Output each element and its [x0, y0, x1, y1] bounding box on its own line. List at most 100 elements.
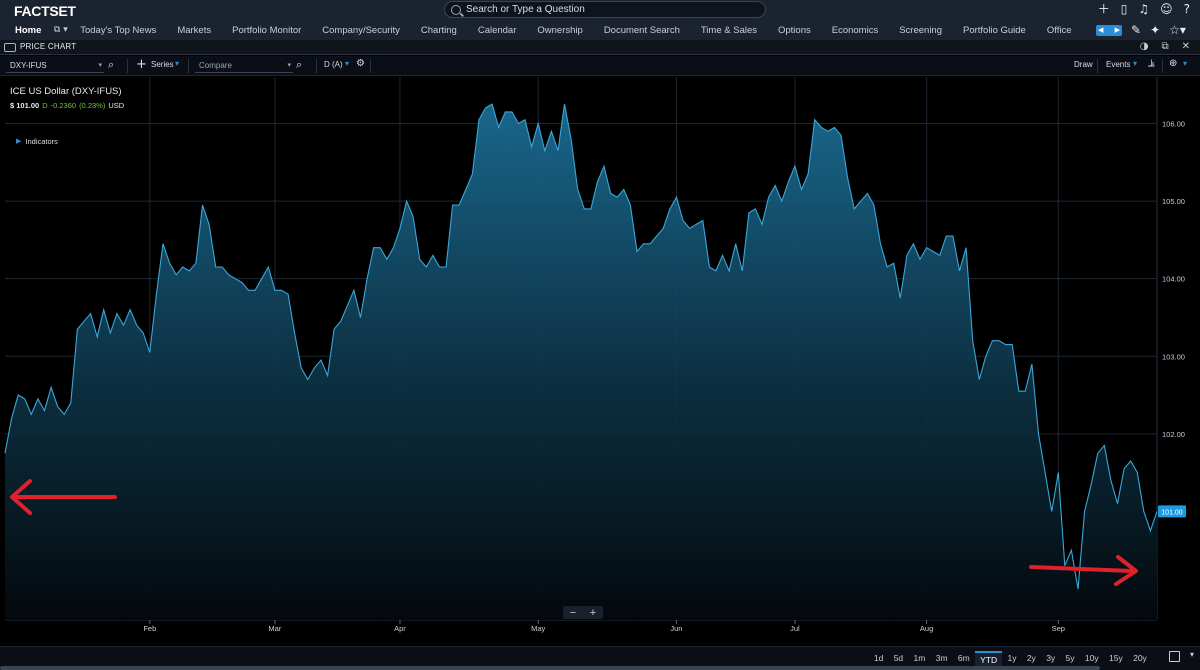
nav-office[interactable]: Office: [1036, 25, 1082, 36]
theme-icon[interactable]: ◑: [1140, 41, 1149, 52]
plus-icon[interactable]: ＋: [1098, 2, 1110, 16]
range-10y[interactable]: 10y: [1080, 651, 1104, 667]
range-3m[interactable]: 3m: [931, 651, 953, 667]
legend-currency: USD: [108, 101, 125, 110]
legend-title: ICE US Dollar (DXY-IFUS): [10, 86, 122, 97]
nav-portfolio-monitor[interactable]: Portfolio Monitor: [222, 25, 312, 36]
top-icons: ＋ ▯ ♫ ☺ ?: [1098, 2, 1190, 16]
range-15y[interactable]: 15y: [1104, 651, 1128, 667]
chevron-down-icon[interactable]: ▾: [345, 59, 349, 68]
search-input[interactable]: Search or Type a Question: [466, 4, 585, 15]
legend-price-row: $ 101.00 D -0.2360 (0.23%) USD: [10, 101, 124, 110]
nav-screening[interactable]: Screening: [889, 25, 953, 36]
legend-change-pct: (0.23%): [79, 101, 106, 110]
help-icon[interactable]: ?: [1184, 2, 1190, 16]
range-5d[interactable]: 5d: [889, 651, 909, 667]
nav-document-search[interactable]: Document Search: [593, 25, 690, 36]
range-2y[interactable]: 2y: [1022, 651, 1041, 667]
nav-economics[interactable]: Economics: [821, 25, 888, 36]
nav-portfolio-guide[interactable]: Portfolio Guide: [953, 25, 1037, 36]
calendar-icon[interactable]: [1169, 651, 1180, 662]
range-3y[interactable]: 3y: [1041, 651, 1060, 667]
user-icon[interactable]: ☺: [1160, 2, 1173, 16]
crosshair-icon[interactable]: ⊕: [1169, 58, 1177, 69]
x-tick-label: Aug: [920, 624, 933, 633]
y-tick-label: 105.00: [1162, 197, 1185, 206]
range-1m[interactable]: 1m: [908, 651, 930, 667]
chevron-down-icon[interactable]: ▾: [1133, 59, 1137, 68]
panel-titlebar: PRICE CHART ◑ ⧉ ✕: [0, 40, 1200, 55]
ticker-input[interactable]: DXY-IFUS ▾: [6, 59, 104, 73]
toolbar-divider: [1162, 59, 1163, 73]
indicators-toggle[interactable]: ▶ Indicators: [16, 137, 124, 146]
toolbar-divider: [127, 59, 128, 73]
zoom-controls: − +: [563, 606, 603, 619]
chevron-down-icon[interactable]: ▾: [287, 59, 291, 72]
y-tick-label: 106.00: [1162, 120, 1185, 129]
global-search[interactable]: Search or Type a Question: [444, 1, 766, 18]
range-ytd[interactable]: YTD: [974, 651, 1003, 667]
chevron-right-icon: ▶: [1114, 27, 1120, 34]
zoom-out-button[interactable]: −: [570, 607, 576, 619]
chevron-down-icon[interactable]: ▾: [175, 59, 179, 68]
compare-input[interactable]: Compare ▾: [195, 59, 293, 73]
series-button[interactable]: Series: [151, 60, 174, 69]
search-icon[interactable]: ⌕: [108, 58, 114, 72]
nav-todays-top-news[interactable]: Today's Top News: [70, 25, 167, 36]
price-chart[interactable]: 102.00 103.00 104.00 105.00 106.00 101.00 Feb…: [0, 77, 1200, 647]
frequency-select[interactable]: D (A): [324, 60, 343, 69]
price-chart-svg[interactable]: 102.00 103.00 104.00 105.00 106.00 101.00 Feb…: [0, 77, 1200, 647]
x-tick-label: May: [531, 624, 545, 633]
zoom-in-button[interactable]: +: [590, 607, 596, 619]
main-nav: Home ⧉ ▾ Today's Top News Markets Portfo…: [0, 20, 1082, 40]
nav-ownership[interactable]: Ownership: [527, 25, 593, 36]
horizontal-scrollbar[interactable]: [0, 666, 1100, 670]
range-5y[interactable]: 5y: [1060, 651, 1079, 667]
nav-home[interactable]: Home: [0, 25, 52, 36]
add-series-icon[interactable]: +: [136, 57, 147, 72]
nav-markets[interactable]: Markets: [167, 25, 222, 36]
nav-charting[interactable]: Charting: [410, 25, 467, 36]
chevron-left-icon: ◀: [1098, 27, 1104, 34]
gear-icon[interactable]: ⚙: [356, 58, 365, 69]
chevron-down-icon[interactable]: ▾: [1190, 650, 1194, 659]
events-button[interactable]: Events: [1106, 60, 1130, 69]
toolbar-divider: [188, 59, 189, 73]
x-tick-label: Feb: [143, 624, 156, 633]
chart-type-icon[interactable]: ⫡: [1148, 58, 1155, 69]
draw-button[interactable]: Draw: [1074, 60, 1093, 69]
range-6m[interactable]: 6m: [953, 651, 975, 667]
nav-calendar[interactable]: Calendar: [467, 25, 527, 36]
chevron-down-icon[interactable]: ▾: [1183, 59, 1187, 68]
bell-icon[interactable]: ♫: [1138, 2, 1149, 16]
factset-logo[interactable]: FACTSET: [14, 3, 76, 19]
popout-icon[interactable]: ⧉: [1161, 41, 1168, 52]
search-icon: [451, 4, 461, 15]
legend-price: $ 101.00: [10, 101, 40, 110]
chart-toolbar: DXY-IFUS ▾ ⌕ + Series ▾ Compare ▾ ⌕ D (A…: [0, 56, 1200, 76]
nav-time-sales[interactable]: Time & Sales: [690, 25, 767, 36]
home-popout-icon[interactable]: ⧉ ▾: [52, 25, 70, 35]
clipboard-icon[interactable]: ▯: [1121, 2, 1128, 16]
star-icon[interactable]: ☆▾: [1169, 23, 1186, 37]
pencil-icon[interactable]: ✎: [1131, 23, 1141, 37]
toolbar-divider: [370, 59, 371, 73]
nav-company-security[interactable]: Company/Security: [312, 25, 411, 36]
range-1d[interactable]: 1d: [869, 651, 889, 667]
panel-title: PRICE CHART: [20, 42, 77, 51]
ticker-value: DXY-IFUS: [10, 61, 47, 70]
range-1y[interactable]: 1y: [1002, 651, 1021, 667]
pin-icon[interactable]: ✦: [1150, 23, 1160, 37]
link-icon[interactable]: [4, 43, 16, 52]
close-icon[interactable]: ✕: [1182, 41, 1190, 52]
chevron-down-icon[interactable]: ▾: [98, 59, 102, 72]
range-20y[interactable]: 20y: [1128, 651, 1152, 667]
compare-placeholder: Compare: [199, 61, 232, 70]
caret-right-icon: ▶: [16, 138, 22, 145]
nav-options[interactable]: Options: [768, 25, 822, 36]
last-price-label: 101.00: [1161, 509, 1183, 516]
search-icon[interactable]: ⌕: [296, 58, 302, 72]
x-tick-label: Apr: [394, 624, 406, 633]
toolbar-divider: [316, 59, 317, 73]
nav-scroll-toggle[interactable]: ◀ ▶: [1096, 24, 1122, 36]
